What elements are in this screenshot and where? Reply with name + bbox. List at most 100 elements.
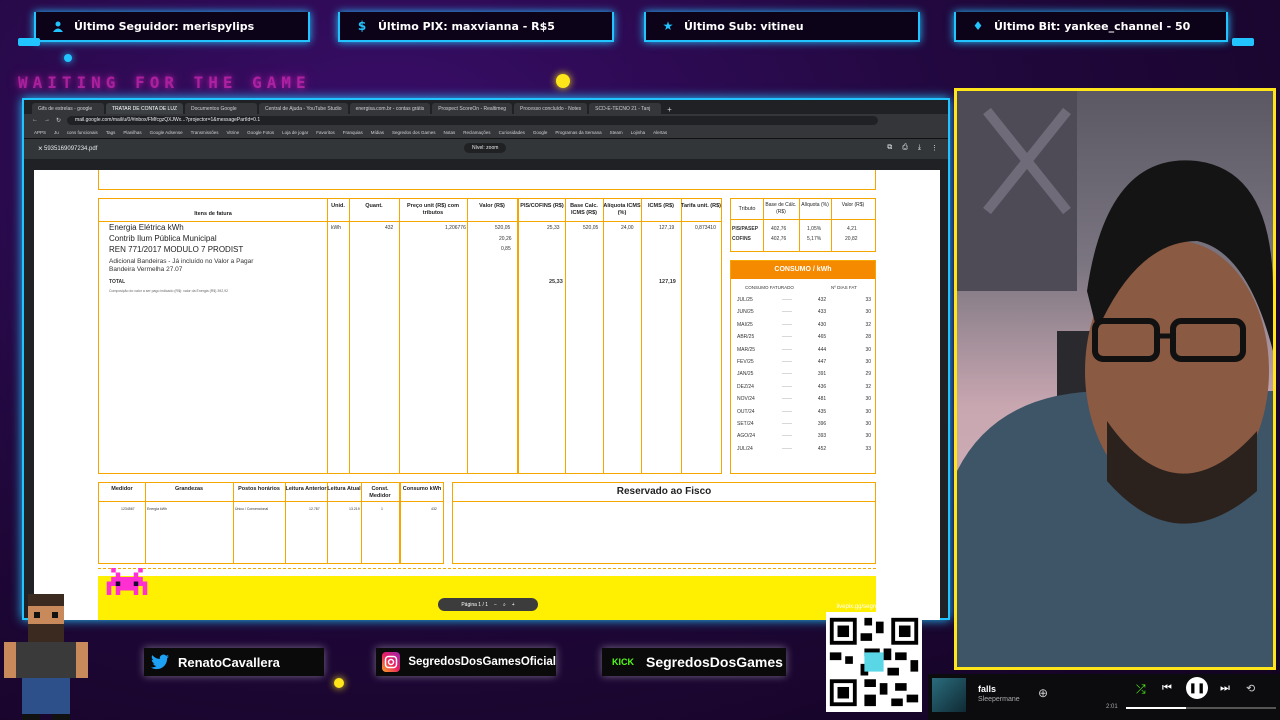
back-icon[interactable]: ← xyxy=(32,117,38,123)
trib-base: 402,76 xyxy=(771,236,787,242)
consumo-mes: MAI/25 xyxy=(737,321,753,328)
bookmark-item[interactable]: Tags xyxy=(106,130,116,135)
browser-tab-active[interactable]: TRATAR DE CONTA DE LUZ xyxy=(106,103,184,114)
bookmark-item[interactable]: Lojinha xyxy=(631,130,646,135)
search-icon[interactable]: ⌕ xyxy=(503,602,506,608)
consumo-kwh: 393 xyxy=(817,433,827,440)
webcam-feed xyxy=(954,88,1276,670)
add-icon[interactable]: ⊕ xyxy=(1038,686,1048,700)
star-icon: ★ xyxy=(662,19,674,33)
url-input[interactable]: mail.google.com/mail/u/0/#inbox/FMfcgzQX… xyxy=(67,115,878,125)
consumo-row: JUL/24 —— 452 33 xyxy=(737,446,871,452)
col-itens: Itens de fatura xyxy=(194,211,232,217)
med-col: Leitura Atual xyxy=(327,486,361,492)
consumo-row: SET/24 —— 396 30 xyxy=(737,421,871,427)
bookmark-item[interactable]: cons funcionais xyxy=(67,130,98,135)
previous-icon[interactable]: ⏮ xyxy=(1162,682,1172,695)
item-quant: 432 xyxy=(385,225,394,231)
bookmarks-bar: APPS Ju cons funcionais Tags Planilhas G… xyxy=(24,126,948,139)
med-col: Const. Medidor xyxy=(369,486,391,499)
progress-bar[interactable] xyxy=(1126,707,1276,709)
social-kick[interactable]: KICK SegredosDosGames xyxy=(602,648,786,676)
trib-base: 402,76 xyxy=(771,226,787,232)
consumo-kwh: 481 xyxy=(817,396,827,403)
browser-tab[interactable]: SCD-E-TECNO 21 - Tanj xyxy=(589,103,662,114)
consumo-row: AGO/24 —— 393 30 xyxy=(737,433,871,439)
zoom-out-icon[interactable]: − xyxy=(494,602,497,608)
item-aliq: 24,00 xyxy=(621,225,634,231)
download-icon[interactable]: ⤓ xyxy=(918,144,921,152)
bookmark-item[interactable]: Planilhas xyxy=(123,130,141,135)
bookmark-item[interactable]: Transmissões xyxy=(191,130,219,135)
bookmark-item[interactable]: Google xyxy=(533,130,548,135)
bookmark-item[interactable]: Programas da Semana xyxy=(555,130,601,135)
bookmark-item[interactable]: Favoritos xyxy=(316,130,335,135)
new-tab-icon[interactable]: + xyxy=(667,105,672,114)
browser-tab[interactable]: Processo concluído - Notes xyxy=(514,103,588,114)
consumo-mes: NOV/24 xyxy=(737,396,755,403)
pause-icon[interactable]: ❚❚ xyxy=(1186,677,1208,699)
consumo-bar: —— xyxy=(782,297,792,303)
pdf-toolbar: × 5935169097234.pdf Nível: zoom ⧉ ⎙ ⤓ ⋮ xyxy=(24,139,948,159)
address-bar-row: ← → ↻ mail.google.com/mail/u/0/#inbox/FM… xyxy=(24,114,948,126)
bookmark-item[interactable]: Steam xyxy=(610,130,623,135)
consumo-mes: FEV/25 xyxy=(737,359,754,365)
print-icon[interactable]: ⎙ xyxy=(902,144,908,152)
bookmark-item[interactable]: APPS xyxy=(34,130,46,135)
bookmark-item[interactable]: Franquias xyxy=(343,130,363,135)
bookmark-item[interactable]: Segredos dos Games xyxy=(392,130,436,135)
med-col: Grandezas xyxy=(174,486,204,492)
total-label: TOTAL xyxy=(109,279,126,285)
consumo-row: JUN/25 —— 433 30 xyxy=(737,309,871,315)
pdf-pager[interactable]: Página 1 / 1 − ⌕ + xyxy=(438,598,538,611)
medidor-table: Medidor Grandezas Postos horários Leitur… xyxy=(98,482,444,564)
shuffle-icon[interactable]: ⤮ xyxy=(1136,682,1146,697)
col-preco: Preço unit (R$) com tributos xyxy=(407,203,459,216)
next-icon[interactable]: ⏭ xyxy=(1220,682,1230,695)
open-external-icon[interactable]: ⧉ xyxy=(887,144,892,152)
zoom-select[interactable]: Nível: zoom xyxy=(464,143,507,153)
bookmark-item[interactable]: Reclamações xyxy=(463,130,490,135)
consumo-row: JUL/25 —— 432 33 xyxy=(737,297,871,303)
bookmark-item[interactable]: Notas xyxy=(444,130,456,135)
browser-tab[interactable]: Prospect ScoreOn - Realtimeg xyxy=(432,103,513,114)
bookmark-item[interactable]: Mídias xyxy=(371,130,384,135)
bookmark-item[interactable]: Vitrine xyxy=(226,130,239,135)
bookmark-item[interactable]: Alertas xyxy=(653,130,667,135)
social-instagram[interactable]: SegredosDosGamesOficial xyxy=(376,648,556,676)
reload-icon[interactable]: ↻ xyxy=(56,117,61,124)
bookmark-item[interactable]: Google Fotos xyxy=(247,130,274,135)
fisco-box: Reservado ao Fisco xyxy=(452,482,876,564)
pix-qr-code[interactable] xyxy=(826,612,922,712)
bookmark-item[interactable]: Google Adsense xyxy=(150,130,183,135)
browser-tab[interactable]: energisa.com.br - contas grátis xyxy=(349,103,431,114)
consumo-dias: 30 xyxy=(865,346,871,353)
bookmark-item[interactable]: Loja de jogar xyxy=(282,130,308,135)
zoom-in-icon[interactable]: + xyxy=(512,602,515,608)
social-twitter[interactable]: RenatoCavallera xyxy=(144,648,324,676)
alert-last-bit: ♦ Último Bit: yankee_channel - 50 xyxy=(954,12,1228,42)
pdf-filename: 5935169097234.pdf xyxy=(44,146,98,152)
consumo-bar: —— xyxy=(782,346,792,353)
trib-valor: 4,21 xyxy=(847,226,857,232)
browser-tab[interactable]: Central de Ajuda - YouTube Studio xyxy=(259,103,348,114)
forward-icon[interactable]: → xyxy=(44,117,50,123)
item-note: Adicional Bandeiras - Já incluído no Val… xyxy=(109,258,254,265)
consumo-dias: 30 xyxy=(865,359,871,365)
close-icon[interactable]: × xyxy=(38,144,43,153)
trib-col: Alíquota (%) xyxy=(801,202,829,208)
consumo-bar: —— xyxy=(782,371,792,378)
browser-tab[interactable]: Documentos Google xyxy=(185,103,258,114)
browser-tab[interactable]: Gifs de estrelas - google xyxy=(32,103,104,114)
consumo-mes: SET/24 xyxy=(737,421,754,427)
bookmark-item[interactable]: Ju xyxy=(54,130,59,135)
col-unid: Unid. xyxy=(331,203,345,209)
repeat-icon[interactable]: ⟲ xyxy=(1246,682,1255,695)
bookmark-item[interactable]: Curiosidades xyxy=(499,130,525,135)
more-icon[interactable]: ⋮ xyxy=(931,144,938,152)
footnote: Composição do valor a ser pago indicado … xyxy=(109,289,229,293)
social-label: SegredosDosGamesOficial xyxy=(408,656,556,668)
consumo-row: MAR/25 —— 444 30 xyxy=(737,347,871,353)
consumo-bar: —— xyxy=(782,383,792,390)
consumo-dias: 30 xyxy=(865,396,871,403)
